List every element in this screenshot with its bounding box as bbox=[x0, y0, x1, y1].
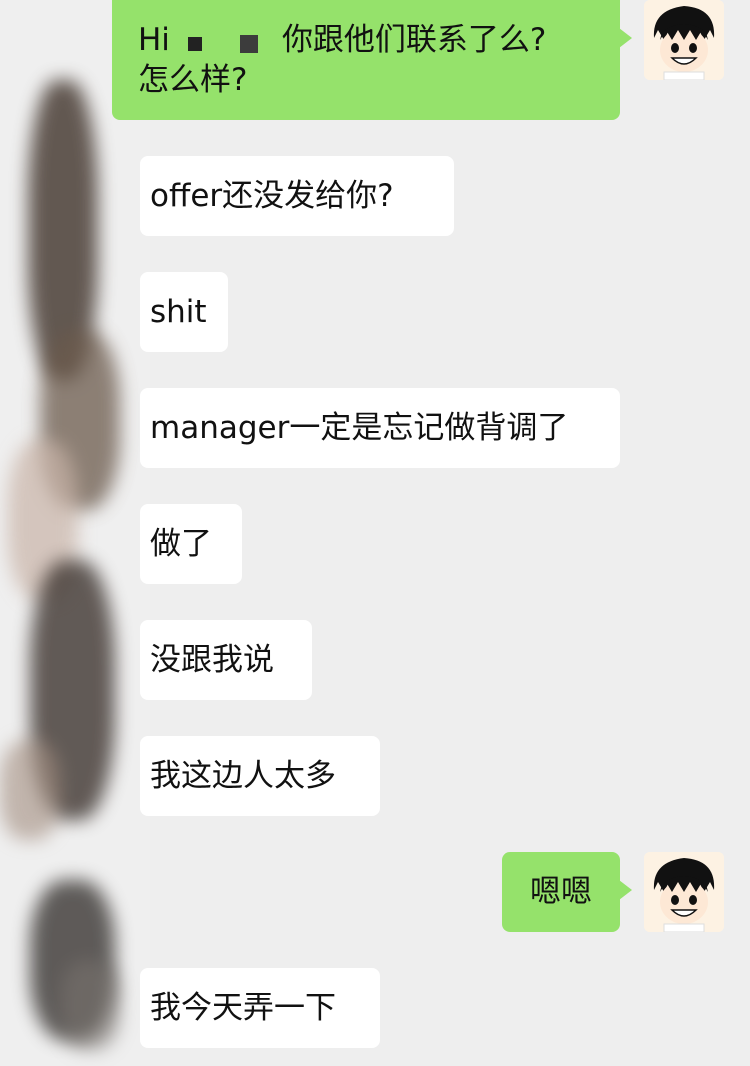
message-text: offer还没发给你? bbox=[150, 178, 394, 214]
cartoon-boy-avatar-icon bbox=[644, 0, 724, 80]
message-line: 怎么样? bbox=[138, 60, 247, 100]
message-bubble-incoming[interactable]: offer还没发给你? bbox=[140, 156, 454, 236]
chat-view: Hi 你跟他们联系了么? 怎么样? offer还没发给你? shit manag… bbox=[0, 0, 750, 1066]
message-bubble-incoming[interactable]: 我这边人太多 bbox=[140, 736, 380, 816]
message-bubble-incoming[interactable]: manager一定是忘记做背调了 bbox=[140, 388, 620, 468]
redacted-name bbox=[170, 25, 282, 55]
message-bubble-incoming[interactable]: 做了 bbox=[140, 504, 242, 584]
message-bubble-incoming[interactable]: 我今天弄一下 bbox=[140, 968, 380, 1048]
message-text: 我这边人太多 bbox=[150, 758, 336, 794]
message-text: 你跟他们联系了么? bbox=[281, 22, 547, 58]
message-text: 没跟我说 bbox=[150, 642, 274, 678]
message-bubble-incoming[interactable]: shit bbox=[140, 272, 228, 352]
message-bubble-outgoing[interactable]: 嗯嗯 bbox=[502, 852, 632, 932]
message-text: 嗯嗯 bbox=[530, 874, 592, 910]
message-text: shit bbox=[150, 294, 207, 330]
message-text: 我今天弄一下 bbox=[150, 990, 336, 1026]
message-bubble-outgoing[interactable]: Hi 你跟他们联系了么? 怎么样? bbox=[112, 0, 632, 120]
message-text: Hi bbox=[138, 22, 170, 58]
message-bubble-incoming[interactable]: 没跟我说 bbox=[140, 620, 312, 700]
message-line: Hi 你跟他们联系了么? bbox=[138, 20, 546, 60]
cartoon-boy-avatar-icon bbox=[644, 852, 724, 932]
redacted-contact-area bbox=[0, 0, 150, 1066]
message-text: 怎么样? bbox=[138, 62, 248, 98]
self-avatar-icon[interactable] bbox=[644, 0, 724, 80]
message-text: 做了 bbox=[150, 526, 212, 562]
message-text: manager一定是忘记做背调了 bbox=[150, 410, 569, 446]
self-avatar-icon[interactable] bbox=[644, 852, 724, 932]
